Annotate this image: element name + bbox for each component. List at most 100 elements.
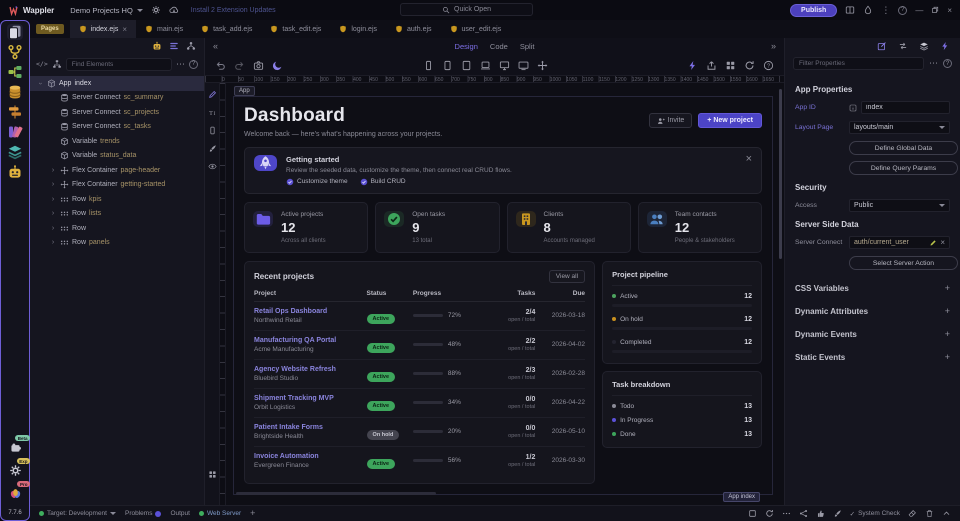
more-vertical-icon[interactable]: ⋮ (881, 6, 890, 15)
export-icon[interactable] (706, 60, 717, 71)
experiments-icon[interactable]: Exp (4, 461, 26, 479)
help-icon[interactable]: ? (763, 60, 774, 71)
horizontal-scrollbar[interactable] (236, 492, 436, 495)
collapsed-section[interactable]: Static Events + (795, 352, 950, 362)
design-pencil-icon[interactable] (875, 41, 888, 52)
tab-design[interactable]: Design (455, 42, 478, 51)
collapsed-section[interactable]: Dynamic Attributes + (795, 306, 950, 316)
tree-row[interactable]: › Variable trends (30, 134, 204, 149)
expand-plus-icon[interactable]: + (945, 283, 950, 293)
collapsed-section[interactable]: CSS Variables + (795, 283, 950, 293)
expand-plus-icon[interactable]: + (945, 306, 950, 316)
define-global-data-button[interactable]: Define Global Data (849, 141, 958, 155)
new-project-button[interactable]: + New project (698, 113, 762, 128)
text-style-icon[interactable]: TI (208, 108, 217, 117)
dynamic-data-bolt-icon[interactable] (687, 60, 698, 71)
close-button[interactable]: × (947, 6, 952, 15)
outline-list-icon[interactable] (169, 41, 179, 51)
tree-row[interactable]: › Server Connect sc_summary (30, 91, 204, 106)
project-link[interactable]: Shipment Tracking MVP (254, 395, 367, 402)
collapse-right-icon[interactable]: » (771, 42, 776, 51)
layout-page-select[interactable]: layouts/main (849, 121, 950, 134)
tree-row[interactable]: › Server Connect sc_tasks (30, 120, 204, 135)
expand-plus-icon[interactable]: + (945, 352, 950, 362)
pro-features-icon[interactable]: Pro (4, 484, 26, 502)
help-icon[interactable]: ? (189, 60, 198, 69)
tree-row[interactable]: › Variable status_data (30, 149, 204, 164)
clear-icon[interactable] (908, 509, 917, 518)
split-columns-icon[interactable] (845, 5, 855, 15)
events-bolt-icon[interactable] (938, 41, 951, 52)
inspect-eye-icon[interactable] (208, 162, 217, 171)
git-icon[interactable] (7, 44, 23, 60)
file-tab[interactable]: index.ejs × (70, 20, 136, 38)
server-connect-value[interactable]: auth/current_user × (849, 236, 950, 249)
laptop-icon[interactable] (480, 60, 491, 71)
tab-code[interactable]: Code (490, 42, 508, 51)
pages-icon[interactable] (7, 24, 23, 40)
device-preview-icon[interactable] (208, 126, 217, 135)
tree-row[interactable]: › Flex Container getting-started (30, 178, 204, 193)
access-select[interactable]: Public (849, 199, 950, 212)
web-server-status[interactable]: Web Server (199, 510, 241, 517)
design-canvas[interactable]: App App index Dashboard Welcome back — h… (226, 83, 784, 505)
filter-properties-input[interactable] (793, 57, 924, 70)
ai-robot-icon[interactable] (152, 41, 162, 51)
file-tab[interactable]: auth.ejs (386, 20, 441, 38)
find-elements-input[interactable] (66, 58, 172, 71)
app-id-input[interactable] (861, 101, 950, 114)
tv-icon[interactable] (518, 60, 529, 71)
expander-chevron-icon[interactable]: › (49, 167, 57, 174)
routes-icon[interactable] (7, 104, 23, 120)
more-icon[interactable] (782, 509, 791, 518)
detach-icon[interactable] (896, 41, 909, 52)
project-link[interactable]: Retail Ops Dashboard (254, 308, 367, 315)
expander-chevron-icon[interactable]: › (49, 225, 57, 232)
invite-button[interactable]: Invite (649, 113, 693, 128)
tree-row[interactable]: › Row (30, 221, 204, 236)
screenshot-icon[interactable] (253, 60, 264, 71)
theme-brush-icon[interactable] (208, 144, 217, 153)
settings-gear-icon[interactable] (151, 5, 161, 15)
tree-row[interactable]: › Flex Container page-header (30, 163, 204, 178)
tab-split[interactable]: Split (520, 42, 535, 51)
trash-icon[interactable] (925, 509, 934, 518)
design-icon[interactable] (7, 124, 23, 140)
file-tab[interactable]: main.ejs (136, 20, 192, 38)
cloud-download-icon[interactable] (169, 5, 179, 15)
collapsed-section[interactable]: Dynamic Events + (795, 329, 950, 339)
project-link[interactable]: Manufacturing QA Portal (254, 337, 367, 344)
file-tab[interactable]: user_edit.ejs (441, 20, 511, 38)
workflows-icon[interactable] (7, 64, 23, 80)
view-all-button[interactable]: View all (549, 270, 585, 283)
droplet-icon[interactable] (863, 5, 873, 15)
tree-row[interactable]: › Row kpis (30, 192, 204, 207)
more-icon[interactable]: ⋯ (176, 60, 185, 69)
refresh-icon[interactable] (744, 60, 755, 71)
clear-x-icon[interactable]: × (940, 238, 945, 247)
dark-mode-icon[interactable] (272, 60, 283, 71)
expander-chevron-icon[interactable]: › (49, 181, 57, 188)
edit-pencil-icon[interactable] (208, 90, 217, 99)
database-icon[interactable] (7, 84, 23, 100)
more-icon[interactable]: ⋯ (929, 59, 938, 68)
system-check-button[interactable]: ✓ System Check (850, 510, 900, 518)
expander-chevron-icon[interactable]: › (49, 210, 57, 217)
tree-row[interactable]: › Row lists (30, 207, 204, 222)
expand-plus-icon[interactable]: + (945, 329, 950, 339)
phablet-icon[interactable] (442, 60, 453, 71)
tree-row[interactable]: › App index (30, 76, 204, 91)
sitemap-icon[interactable] (52, 59, 62, 69)
project-link[interactable]: Agency Website Refresh (254, 366, 367, 373)
file-tab[interactable]: login.ejs (330, 20, 386, 38)
publish-button[interactable]: Publish (790, 4, 837, 17)
file-tab[interactable]: task_add.ejs (192, 20, 261, 38)
components-grid-icon[interactable] (725, 60, 736, 71)
tree-row[interactable]: › Server Connect sc_projects (30, 105, 204, 120)
nodes-icon[interactable] (799, 509, 808, 518)
layers-icon[interactable] (7, 144, 23, 160)
stop-icon[interactable] (748, 509, 757, 518)
target-selector[interactable]: Target: Development (39, 510, 116, 517)
phone-icon[interactable] (423, 60, 434, 71)
expander-chevron-icon[interactable]: › (49, 196, 57, 203)
